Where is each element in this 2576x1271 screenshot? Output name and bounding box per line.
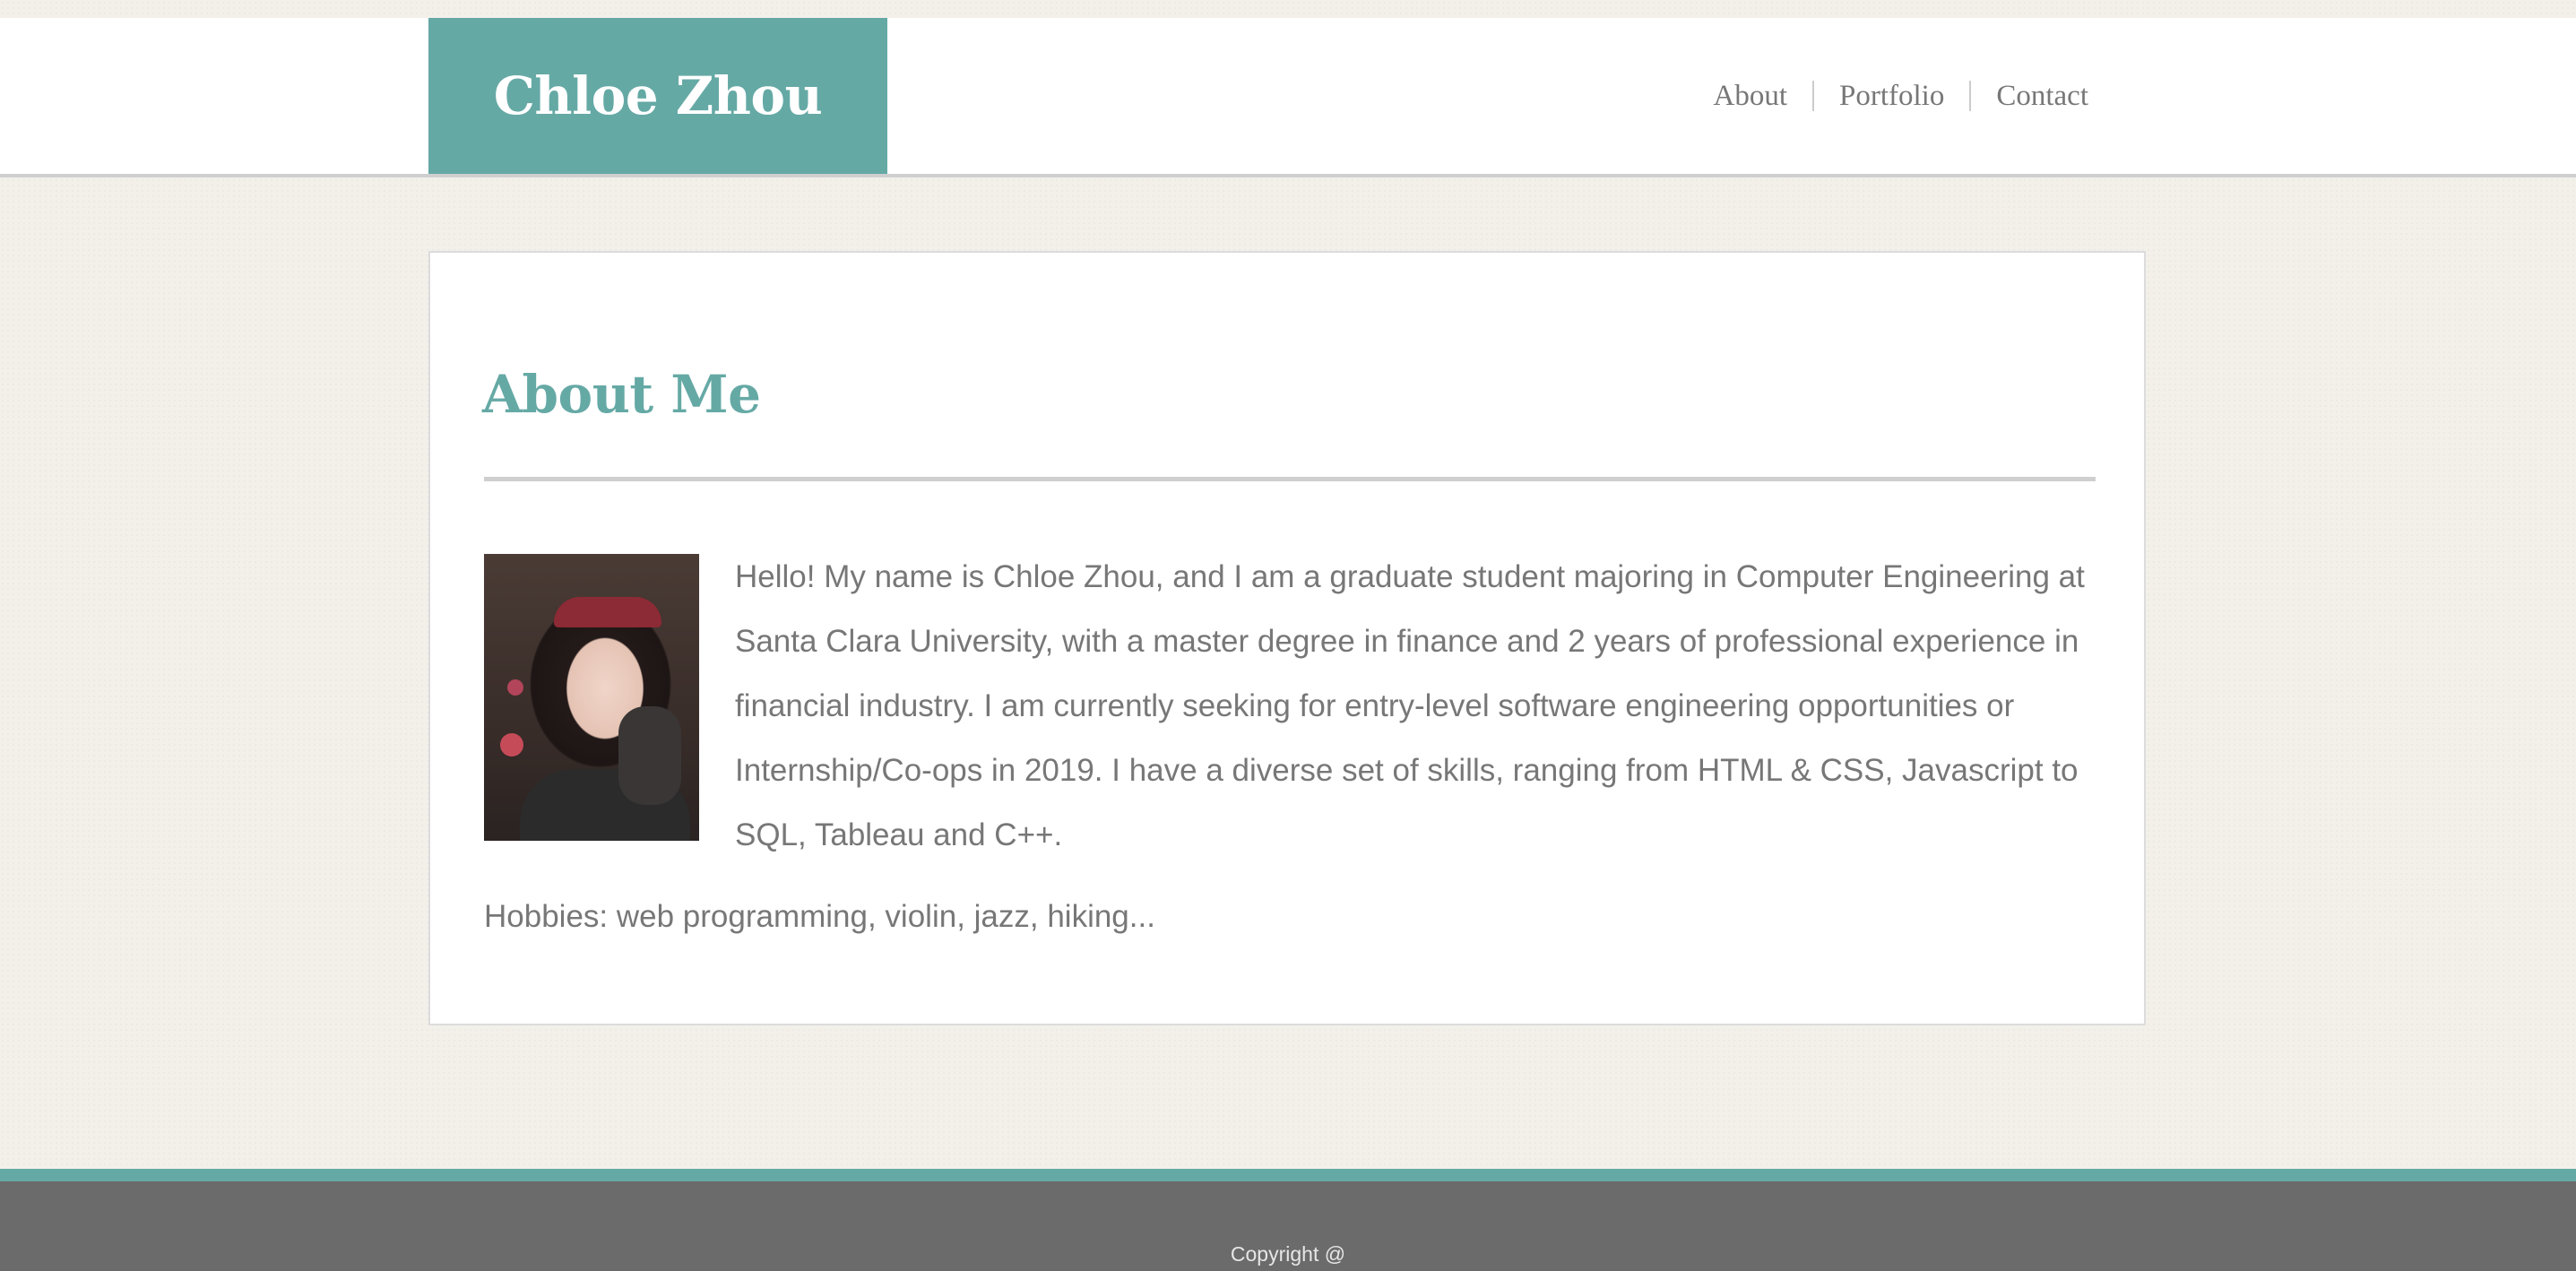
nav-portfolio-link[interactable]: Portfolio <box>1839 80 1944 113</box>
photo-detail <box>618 706 681 805</box>
photo-detail <box>554 597 661 627</box>
about-card: About Me Hello! My name is Chloe Zhou, a… <box>428 251 2146 1025</box>
photo-detail <box>500 733 523 757</box>
nav-about-link[interactable]: About <box>1714 80 1788 113</box>
brand-logo[interactable]: Chloe Zhou <box>428 18 887 174</box>
nav-separator <box>1969 81 1972 111</box>
brand-name[interactable]: Chloe Zhou <box>494 65 823 126</box>
footer-accent-bar <box>0 1169 2576 1181</box>
hobbies-text: Hobbies: web programming, violin, jazz, … <box>484 899 1155 934</box>
title-divider <box>484 477 2096 481</box>
copyright-text: Copyright @ <box>1230 1242 1346 1266</box>
main-nav: About Portfolio Contact <box>1714 18 2089 174</box>
nav-contact-link[interactable]: Contact <box>1996 80 2088 113</box>
nav-separator <box>1812 81 1814 111</box>
bio-text: Hello! My name is Chloe Zhou, and I am a… <box>735 559 2085 852</box>
photo-detail <box>507 679 523 696</box>
site-header: Chloe Zhou About Portfolio Contact <box>0 18 2576 177</box>
site-footer: Copyright @ <box>0 1181 2576 1271</box>
profile-photo <box>484 554 699 841</box>
page-title: About Me <box>482 364 761 425</box>
